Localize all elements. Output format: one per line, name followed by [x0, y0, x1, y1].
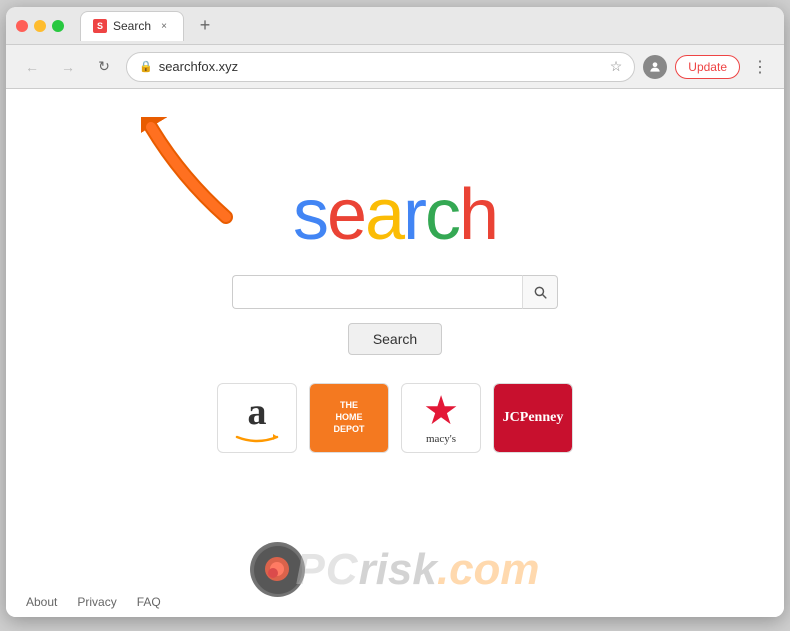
- back-button[interactable]: ←: [18, 53, 46, 81]
- title-bar: S Search × +: [6, 7, 784, 45]
- search-icon-button[interactable]: [522, 275, 558, 309]
- maximize-button[interactable]: [52, 20, 64, 32]
- logo-letter-s: s: [293, 175, 327, 255]
- address-bar[interactable]: 🔒 searchfox.xyz ☆: [126, 52, 635, 82]
- update-button[interactable]: Update: [675, 55, 740, 79]
- tab-close-button[interactable]: ×: [157, 19, 171, 33]
- jcp-logo: JCPenney: [494, 384, 572, 452]
- footer-faq[interactable]: FAQ: [137, 595, 161, 609]
- active-tab[interactable]: S Search ×: [80, 11, 184, 41]
- close-button[interactable]: [16, 20, 28, 32]
- shortcut-macys[interactable]: ★ macy's: [401, 383, 481, 453]
- page-content: search Search a: [6, 89, 784, 617]
- profile-icon[interactable]: [643, 55, 667, 79]
- search-box-container: [232, 275, 558, 309]
- logo-letter-a: a: [365, 175, 403, 255]
- logo-letter-h: h: [459, 175, 497, 255]
- search-input[interactable]: [232, 275, 522, 309]
- footer-links: About Privacy FAQ: [6, 587, 784, 617]
- browser-window: S Search × + ← → ↻ 🔒 searchfox.xyz ☆ Upd…: [6, 7, 784, 617]
- tab-favicon: S: [93, 19, 107, 33]
- url-text: searchfox.xyz: [159, 59, 604, 74]
- jcp-text: JCPenney: [503, 410, 564, 426]
- arrow-annotation: [141, 117, 271, 232]
- homedepot-logo: THEHOMEDEPOT: [310, 384, 388, 452]
- shortcut-homedepot[interactable]: THEHOMEDEPOT: [309, 383, 389, 453]
- shortcuts-row: a THEHOMEDEPOT ★ m: [217, 383, 573, 453]
- tab-bar: S Search × +: [80, 11, 774, 41]
- macys-label: macy's: [426, 433, 456, 445]
- search-button[interactable]: Search: [348, 323, 442, 355]
- shortcut-amazon[interactable]: a: [217, 383, 297, 453]
- macys-star-icon: ★: [423, 391, 459, 431]
- nav-bar: ← → ↻ 🔒 searchfox.xyz ☆ Update ⋮: [6, 45, 784, 89]
- logo-letter-e: e: [327, 175, 365, 255]
- bookmark-icon[interactable]: ☆: [610, 58, 623, 75]
- new-tab-button[interactable]: +: [192, 13, 218, 39]
- menu-button[interactable]: ⋮: [748, 57, 772, 77]
- logo-letter-r: r: [403, 175, 425, 255]
- shortcut-jcpenney[interactable]: JCPenney: [493, 383, 573, 453]
- reload-button[interactable]: ↻: [90, 53, 118, 81]
- lock-icon: 🔒: [139, 60, 153, 73]
- tab-title: Search: [113, 19, 151, 33]
- search-logo: search: [293, 179, 497, 251]
- forward-button[interactable]: →: [54, 53, 82, 81]
- minimize-button[interactable]: [34, 20, 46, 32]
- logo-letter-c: c: [425, 175, 459, 255]
- traffic-lights: [16, 20, 64, 32]
- footer-privacy[interactable]: Privacy: [77, 595, 116, 609]
- homedepot-text: THEHOMEDEPOT: [333, 400, 364, 435]
- footer-about[interactable]: About: [26, 595, 57, 609]
